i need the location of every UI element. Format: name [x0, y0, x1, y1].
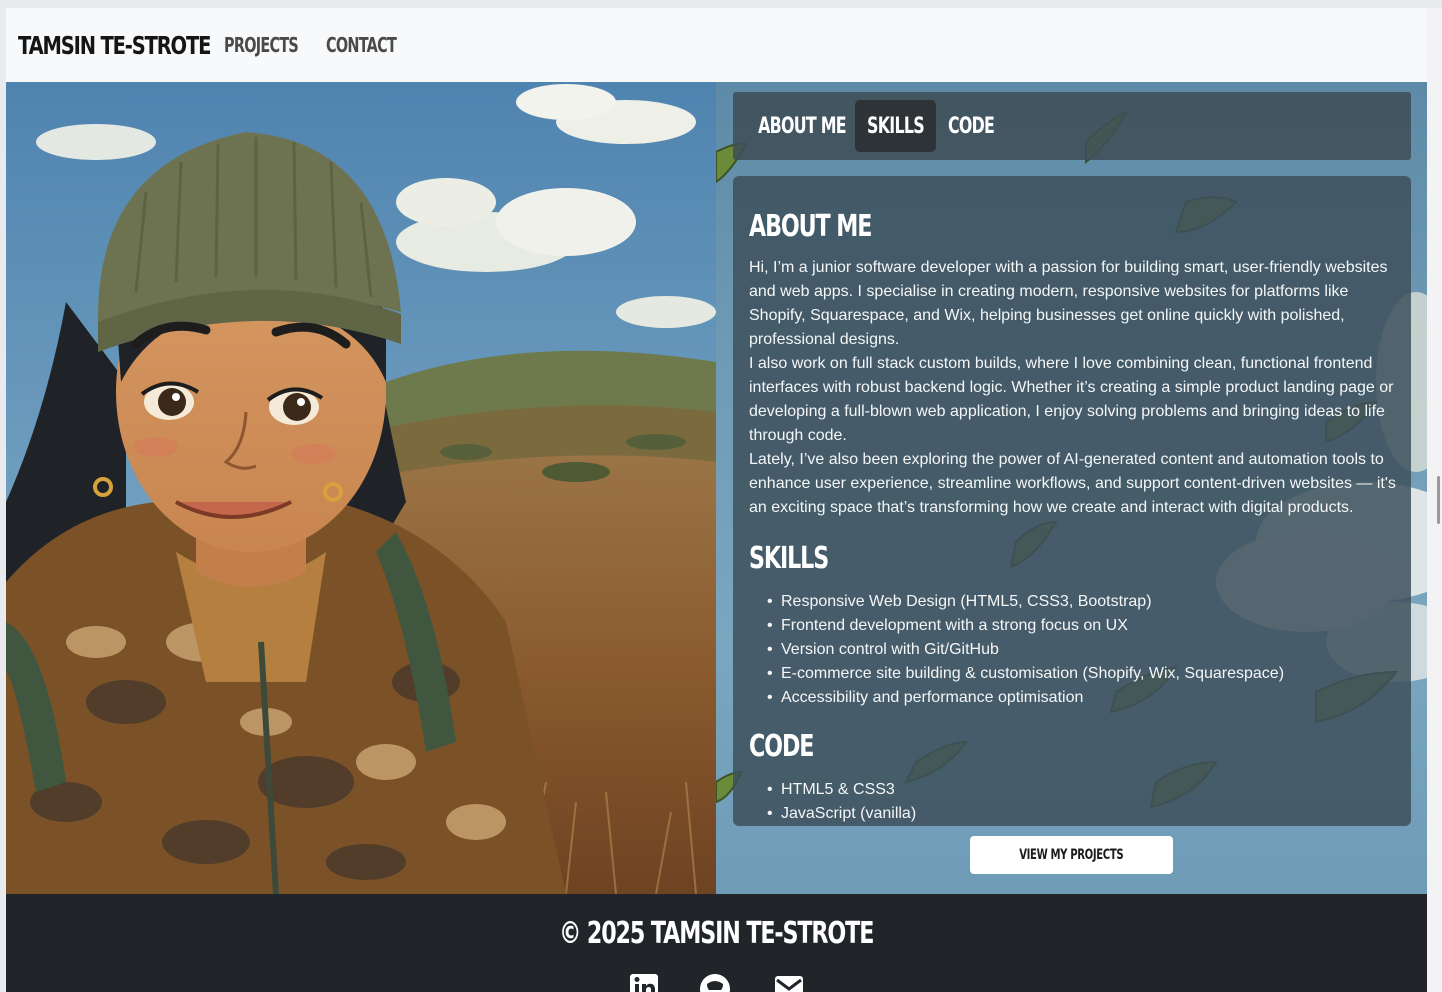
about-paragraph: Hi, I’m a junior software developer with… [749, 259, 1388, 348]
hero-section: ABOUT ME SKILLS CODE ABOUT ME Hi, I’m a … [6, 82, 1427, 894]
about-paragraph: Lately, I’ve also been exploring the pow… [749, 451, 1396, 516]
code-list: HTML5 & CSS3 JavaScript (vanilla) [749, 778, 1397, 826]
social-links [6, 972, 1427, 992]
github-icon[interactable] [698, 972, 732, 992]
brand-logo[interactable]: TAMSIN TE-STROTE [18, 31, 211, 60]
list-item: Accessibility and performance optimisati… [767, 686, 1397, 710]
page-frame: TAMSIN TE-STROTE PROJECTS CONTACT ABOUT … [6, 8, 1427, 992]
list-item: Frontend development with a strong focus… [767, 614, 1397, 638]
list-item: Responsive Web Design (HTML5, CSS3, Boot… [767, 590, 1397, 614]
linkedin-icon[interactable] [627, 972, 661, 992]
tab-label: CODE [947, 113, 995, 139]
nav-link-projects[interactable]: PROJECTS [224, 33, 299, 57]
code-heading: CODE [749, 729, 814, 764]
list-item: JavaScript (vanilla) [767, 802, 1397, 826]
list-item: E-commerce site building & customisation… [767, 662, 1397, 686]
portrait-illustration [6, 82, 716, 894]
tab-code[interactable]: CODE [936, 100, 1006, 152]
tab-label: ABOUT ME [758, 113, 847, 139]
about-paragraph: I also work on full stack custom builds,… [749, 355, 1394, 444]
navbar: TAMSIN TE-STROTE PROJECTS CONTACT [6, 8, 1427, 82]
button-label: VIEW MY PROJECTS [1019, 847, 1124, 863]
list-item: HTML5 & CSS3 [767, 778, 1397, 802]
about-heading: ABOUT ME [749, 209, 872, 244]
tab-label: SKILLS [867, 113, 925, 139]
content-panel[interactable]: ABOUT ME Hi, I’m a junior software devel… [733, 176, 1411, 826]
list-item: Version control with Git/GitHub [767, 638, 1397, 662]
skills-list: Responsive Web Design (HTML5, CSS3, Boot… [749, 590, 1397, 710]
nav-link-contact[interactable]: CONTACT [326, 33, 398, 57]
tab-bar: ABOUT ME SKILLS CODE [733, 92, 1411, 160]
copyright-text: © 2025 TAMSIN TE-STROTE [559, 916, 874, 951]
footer: © 2025 TAMSIN TE-STROTE [6, 894, 1427, 992]
tab-skills[interactable]: SKILLS [855, 100, 936, 152]
skills-heading: SKILLS [749, 541, 829, 576]
tab-about-me[interactable]: ABOUT ME [749, 100, 855, 152]
view-projects-button[interactable]: VIEW MY PROJECTS [970, 836, 1173, 874]
email-icon[interactable] [772, 972, 806, 992]
scrollbar-thumb[interactable] [1437, 476, 1440, 524]
